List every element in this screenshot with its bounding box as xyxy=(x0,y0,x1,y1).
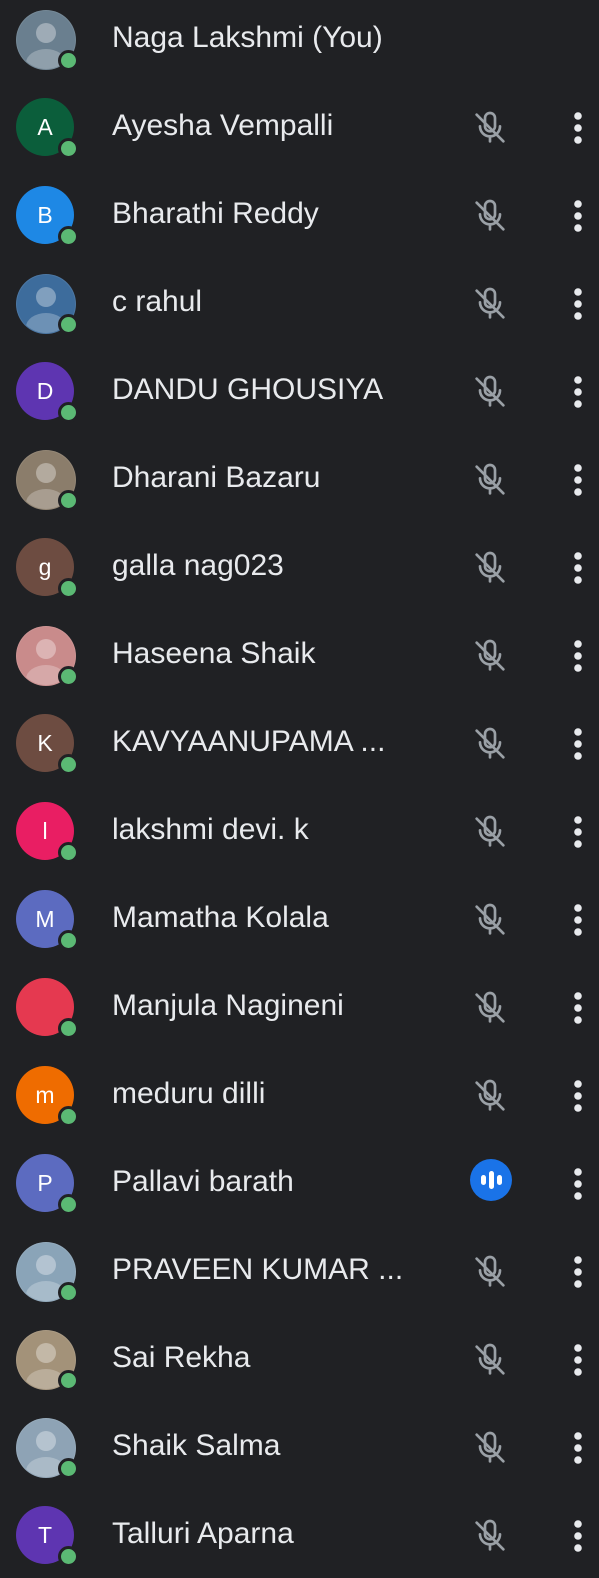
more-vert-icon[interactable] xyxy=(564,1428,592,1468)
mic-off-icon[interactable] xyxy=(470,900,510,940)
more-vert-icon[interactable] xyxy=(564,1164,592,1204)
online-status-icon xyxy=(58,666,79,687)
avatar-initial: m xyxy=(35,1081,55,1108)
online-status-icon xyxy=(58,1370,79,1391)
avatar-initial: M xyxy=(35,905,55,932)
participant-row[interactable]: PRAVEEN KUMAR ... xyxy=(0,1226,599,1314)
participant-name: Ayesha Vempalli xyxy=(112,109,334,142)
avatar-initial: B xyxy=(37,201,53,228)
more-vert-icon[interactable] xyxy=(564,1516,592,1556)
participant-row[interactable]: c rahul xyxy=(0,258,599,346)
participant-name: lakshmi devi. k xyxy=(112,813,309,846)
online-status-icon xyxy=(58,754,79,775)
online-status-icon xyxy=(58,226,79,247)
participant-row[interactable]: Shaik Salma xyxy=(0,1402,599,1490)
participant-row[interactable]: Dharani Bazaru xyxy=(0,434,599,522)
online-status-icon xyxy=(58,578,79,599)
avatar-initial: g xyxy=(38,553,52,580)
participant-row[interactable]: B Bharathi Reddy xyxy=(0,170,599,258)
more-vert-icon[interactable] xyxy=(564,1252,592,1292)
avatar-initial: K xyxy=(37,729,53,756)
mic-off-icon[interactable] xyxy=(470,460,510,500)
participant-row[interactable]: Manjula Nagineni xyxy=(0,962,599,1050)
participant-name: PRAVEEN KUMAR ... xyxy=(112,1253,404,1286)
mic-off-icon[interactable] xyxy=(470,196,510,236)
more-vert-icon[interactable] xyxy=(564,1076,592,1116)
participant-row[interactable]: Haseena Shaik xyxy=(0,610,599,698)
more-vert-icon[interactable] xyxy=(564,812,592,852)
more-vert-icon[interactable] xyxy=(564,636,592,676)
more-vert-icon[interactable] xyxy=(564,548,592,588)
online-status-icon xyxy=(58,50,79,71)
participant-row[interactable]: l lakshmi devi. k xyxy=(0,786,599,874)
mic-off-icon[interactable] xyxy=(470,372,510,412)
online-status-icon xyxy=(58,842,79,863)
participant-name: Pallavi barath xyxy=(112,1165,294,1198)
participant-row[interactable]: D DANDU GHOUSIYA xyxy=(0,346,599,434)
participant-name: Dharani Bazaru xyxy=(112,461,321,494)
online-status-icon xyxy=(58,490,79,511)
online-status-icon xyxy=(58,1282,79,1303)
participant-name: meduru dilli xyxy=(112,1077,266,1110)
more-vert-icon[interactable] xyxy=(564,988,592,1028)
online-status-icon xyxy=(58,402,79,423)
online-status-icon xyxy=(58,1106,79,1127)
participant-row[interactable]: m meduru dilli xyxy=(0,1050,599,1138)
participant-row[interactable]: T Talluri Aparna xyxy=(0,1490,599,1578)
online-status-icon xyxy=(58,1018,79,1039)
mic-off-icon[interactable] xyxy=(470,636,510,676)
participant-name: c rahul xyxy=(112,285,203,318)
more-vert-icon[interactable] xyxy=(564,108,592,148)
online-status-icon xyxy=(58,1546,79,1567)
participant-name: Sai Rekha xyxy=(112,1341,251,1374)
participant-name: galla nag023 xyxy=(112,549,284,582)
more-vert-icon[interactable] xyxy=(564,1340,592,1380)
online-status-icon xyxy=(58,1194,79,1215)
participant-name: Haseena Shaik xyxy=(112,637,316,670)
mic-off-icon[interactable] xyxy=(470,812,510,852)
more-vert-icon[interactable] xyxy=(564,196,592,236)
participant-row[interactable]: K KAVYAANUPAMA ... xyxy=(0,698,599,786)
avatar-initial: D xyxy=(36,377,54,404)
more-vert-icon[interactable] xyxy=(564,460,592,500)
participant-row[interactable]: g galla nag023 xyxy=(0,522,599,610)
mic-off-icon[interactable] xyxy=(470,988,510,1028)
participant-name: Bharathi Reddy xyxy=(112,197,319,230)
more-vert-icon[interactable] xyxy=(564,284,592,324)
avatar-initial: l xyxy=(42,817,48,844)
participants-list: Naga Lakshmi (You) A Ayesha Vempalli B Bhar… xyxy=(0,0,599,1567)
mic-off-icon[interactable] xyxy=(470,1252,510,1292)
online-status-icon xyxy=(58,314,79,335)
participant-name: Naga Lakshmi (You) xyxy=(112,21,383,54)
online-status-icon xyxy=(58,930,79,951)
avatar-initial: T xyxy=(37,1521,53,1548)
participant-name: Shaik Salma xyxy=(112,1429,281,1462)
participant-name: Manjula Nagineni xyxy=(112,989,344,1022)
participant-name: DANDU GHOUSIYA xyxy=(112,373,384,406)
participant-name: Mamatha Kolala xyxy=(112,901,329,934)
mic-off-icon[interactable] xyxy=(470,1428,510,1468)
participant-row[interactable]: P Pallavi barath xyxy=(0,1138,599,1226)
mic-off-icon[interactable] xyxy=(470,284,510,324)
mic-off-icon[interactable] xyxy=(470,724,510,764)
participant-name: KAVYAANUPAMA ... xyxy=(112,725,386,758)
participant-row[interactable]: M Mamatha Kolala xyxy=(0,874,599,962)
audio-speaking-icon xyxy=(470,1159,512,1201)
mic-off-icon[interactable] xyxy=(470,1076,510,1116)
online-status-icon xyxy=(58,1458,79,1479)
mic-off-icon[interactable] xyxy=(470,1516,510,1556)
more-vert-icon[interactable] xyxy=(564,724,592,764)
avatar-initial: P xyxy=(37,1169,53,1196)
online-status-icon xyxy=(58,138,79,159)
avatar-initial: A xyxy=(37,113,53,140)
more-vert-icon[interactable] xyxy=(564,900,592,940)
participant-name: Talluri Aparna xyxy=(112,1517,294,1550)
more-vert-icon[interactable] xyxy=(564,372,592,412)
participant-row[interactable]: Sai Rekha xyxy=(0,1314,599,1402)
participant-row[interactable]: Naga Lakshmi (You) xyxy=(0,0,599,82)
participant-row[interactable]: A Ayesha Vempalli xyxy=(0,82,599,170)
mic-off-icon[interactable] xyxy=(470,108,510,148)
mic-off-icon[interactable] xyxy=(470,548,510,588)
mic-off-icon[interactable] xyxy=(470,1340,510,1380)
